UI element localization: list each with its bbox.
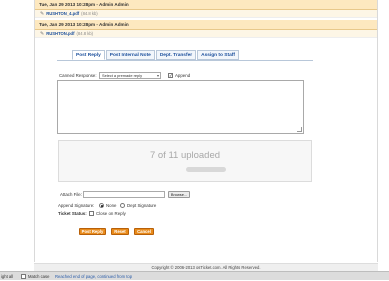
signature-dept-label: Dept Signature (127, 203, 157, 208)
close-on-reply-checkbox[interactable] (89, 211, 94, 216)
browse-button[interactable]: Browse... (168, 191, 190, 198)
canned-response-label: Canned Response: (59, 73, 97, 78)
thread-entry-header: Tue, Jan 29 2013 10:28pm - Admin Admin (35, 0, 377, 10)
response-tabs: Post Reply Post Internal Note Dept. Tran… (72, 50, 240, 60)
paperclip-icon: ✎ (40, 31, 45, 37)
post-reply-button[interactable]: Post Reply (79, 228, 106, 235)
close-on-reply-label: Close on Reply (96, 211, 126, 216)
cancel-button[interactable]: Cancel (134, 228, 154, 235)
thread-entry-header: Tue, Jan 29 2013 10:28pm - Admin Admin (35, 20, 377, 30)
resize-handle-icon[interactable] (297, 127, 302, 132)
attachment-row: ✎ RUSHTON.pdf (84.8 kb) (35, 30, 377, 38)
canned-response-value: Select a premade reply (102, 73, 143, 78)
upload-status: 7 of 11 uploaded (149, 150, 221, 161)
browser-find-bar: ight all Match case Reached end of page,… (0, 271, 389, 280)
attachment-size: (84.8 kb) (81, 11, 98, 16)
attachment-size: (84.8 kb) (76, 31, 94, 36)
attachment-row: ✎ RUSHTON_4.pdf (84.8 kb) (35, 10, 377, 18)
reset-button[interactable]: Reset (111, 228, 129, 235)
tab-post-internal-note[interactable]: Post Internal Note (105, 50, 155, 60)
tab-assign-to-staff[interactable]: Assign to Staff (197, 50, 239, 60)
append-label: Append (175, 73, 191, 78)
tab-divider (57, 60, 313, 61)
paperclip-icon: ✎ (40, 11, 45, 17)
append-checkbox[interactable]: ✓ (168, 73, 173, 78)
signature-none-label: None (106, 203, 117, 208)
append-signature-label: Append Signature: (58, 203, 95, 208)
attachment-link[interactable]: RUSHTON_4.pdf (46, 11, 79, 16)
attachment-link[interactable]: RUSHTON.pdf (46, 31, 74, 36)
ticket-status-label: Ticket Status: (58, 211, 87, 216)
attach-file-label: Attach File: (60, 192, 82, 197)
signature-none-radio[interactable] (99, 203, 104, 208)
signature-dept-radio[interactable] (120, 203, 125, 208)
reply-textarea[interactable] (57, 80, 304, 134)
attach-file-input[interactable] (83, 191, 165, 198)
upload-progress-bar (186, 167, 226, 172)
tab-dept-transfer[interactable]: Dept. Transfer (155, 50, 197, 60)
upload-dropzone[interactable]: 7 of 11 uploaded (58, 140, 312, 182)
tab-post-reply[interactable]: Post Reply (72, 50, 105, 60)
canned-response-select[interactable]: Select a premade reply ▾ (99, 72, 161, 79)
chevron-down-icon: ▾ (156, 73, 159, 78)
match-case-checkbox[interactable] (21, 274, 26, 279)
